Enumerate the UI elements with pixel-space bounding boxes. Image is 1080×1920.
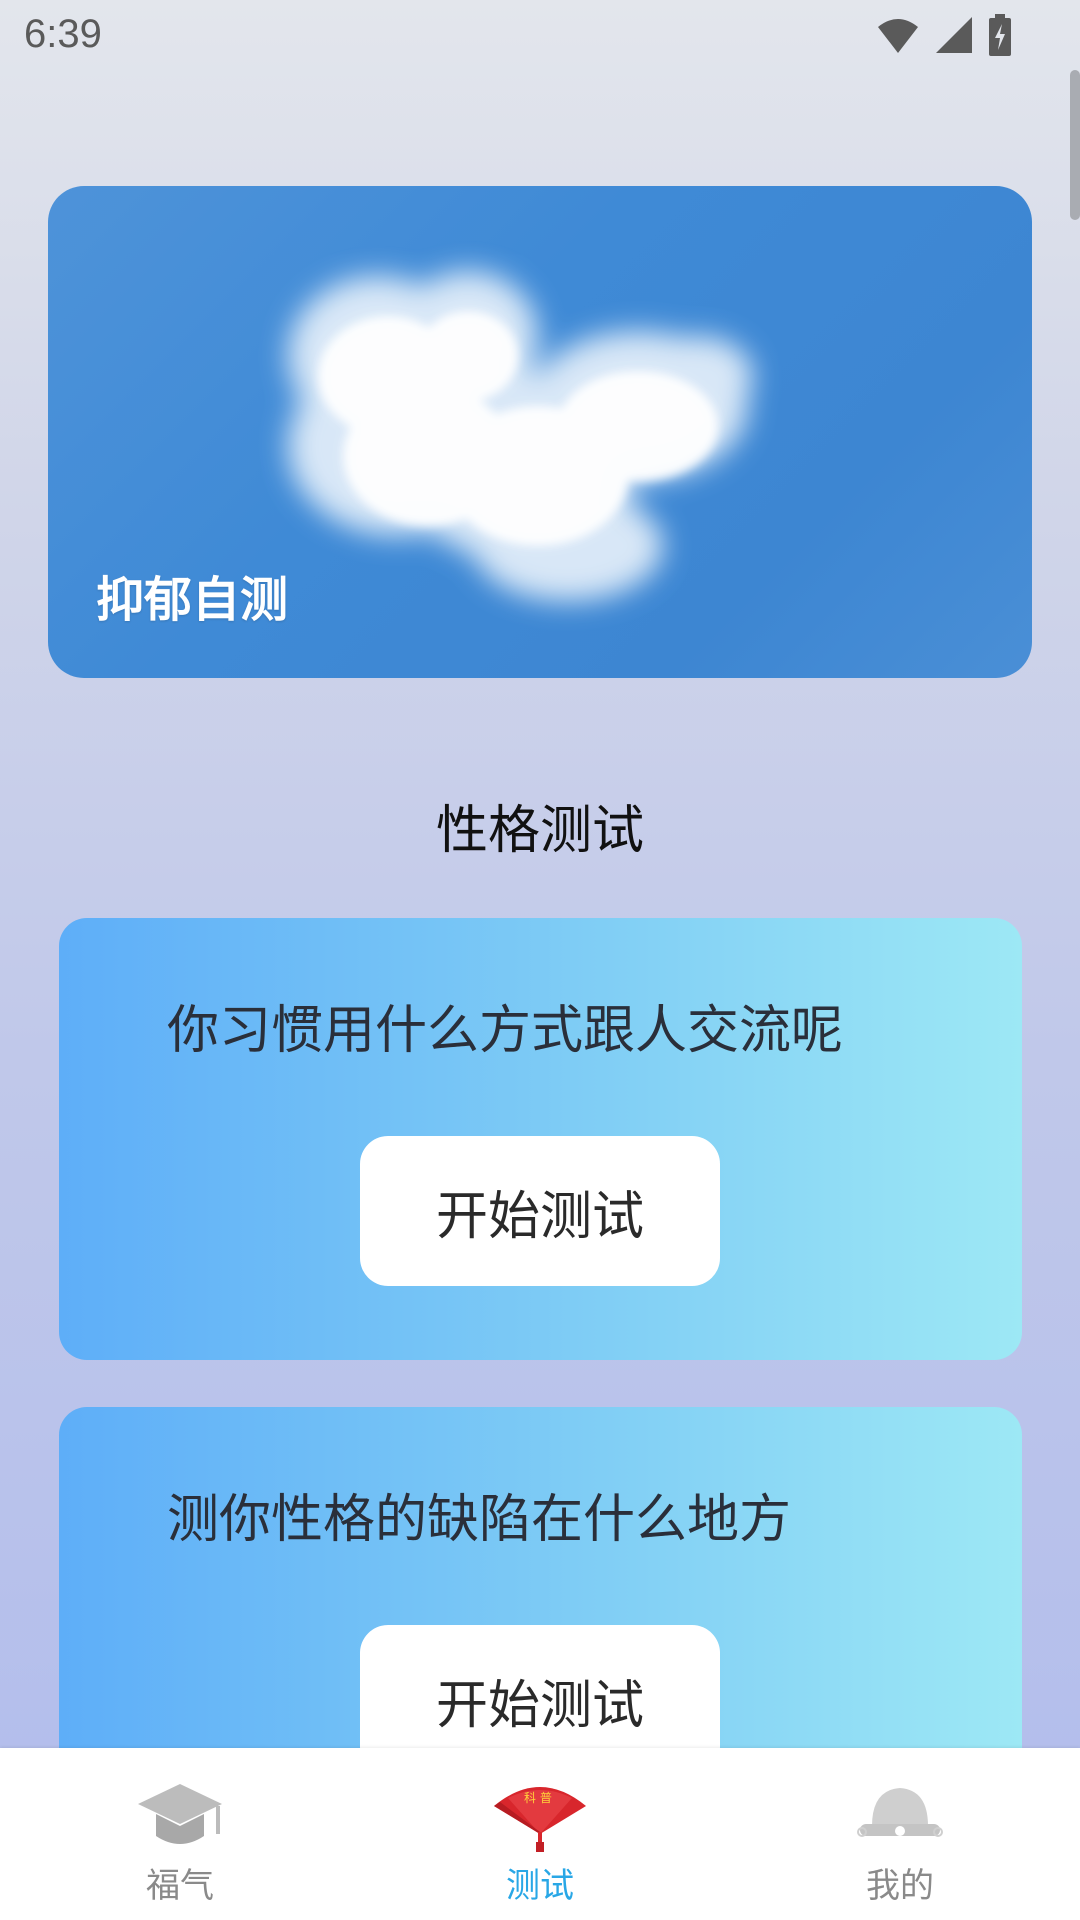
scrollbar-thumb[interactable]	[1070, 70, 1080, 220]
nav-label: 我的	[866, 1866, 934, 1906]
test-card-1: 你习惯用什么方式跟人交流呢 开始测试	[59, 918, 1022, 1360]
status-bar: 6:39	[0, 0, 1080, 75]
graduation-cap-icon	[138, 1784, 222, 1844]
status-time: 6:39	[24, 12, 102, 56]
nav-label: 测试	[506, 1866, 574, 1906]
battery-icon	[989, 14, 1011, 56]
start-test-button[interactable]: 开始测试	[360, 1136, 720, 1286]
fan-text: 科 普	[524, 1791, 552, 1805]
nav-item-ceshi[interactable]: 科 普 测试	[440, 1748, 640, 1920]
section-title: 性格测试	[435, 801, 644, 861]
test-card-question: 测你性格的缺陷在什么地方	[167, 1490, 792, 1550]
signal-icon	[936, 17, 972, 53]
nav-label: 福气	[146, 1866, 214, 1906]
depression-test-banner[interactable]: 抑郁自测	[48, 186, 1032, 678]
rice-bowl-icon	[857, 1788, 943, 1837]
folding-fan-icon: 科 普	[494, 1787, 586, 1852]
nav-item-fuqi[interactable]: 福气	[80, 1748, 280, 1920]
bottom-nav: 福气 科 普 测试 我的	[0, 1748, 1080, 1920]
wifi-icon	[878, 19, 918, 53]
status-icons	[876, 14, 1012, 56]
banner-label: 抑郁自测	[96, 572, 289, 628]
nav-item-wode[interactable]: 我的	[800, 1748, 1000, 1920]
test-card-question: 你习惯用什么方式跟人交流呢	[167, 1001, 844, 1061]
